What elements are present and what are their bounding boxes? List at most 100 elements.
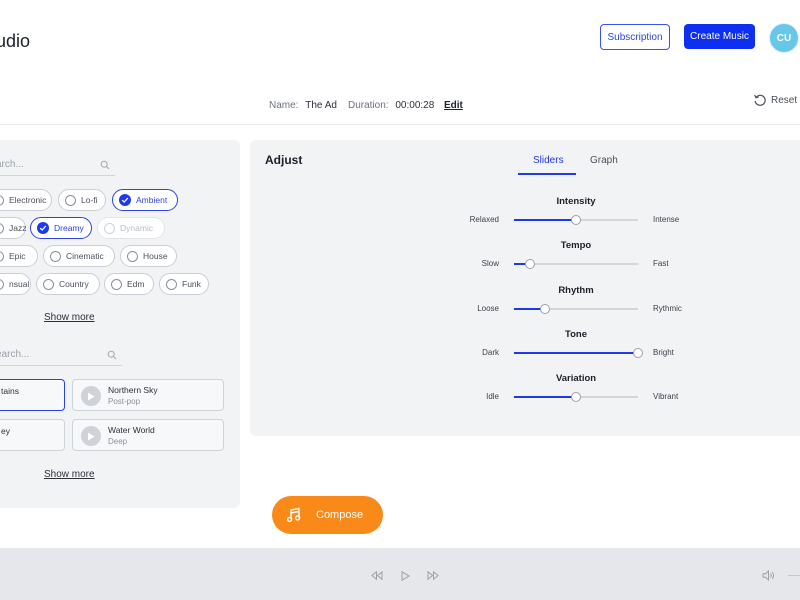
create-music-button[interactable]: Create Music [684,24,755,49]
compose-label: Compose [316,509,364,521]
track-name-value: The Ad [305,100,337,111]
search-icon [107,350,117,360]
track-search-input[interactable]: earch... [0,349,29,360]
track-card-mountains[interactable]: tains [0,379,65,411]
radio-icon [166,278,177,290]
track-card-name: tains [1,386,19,396]
play-button[interactable] [401,571,410,581]
genre-chip-label: Jazz [9,223,27,233]
search-icon [100,160,110,170]
genre-chip-label: Edm [127,279,145,289]
track-search-underline [0,365,122,366]
play-icon[interactable] [81,386,101,406]
track-duration-value: 00:00:28 [395,100,435,111]
tracks-show-more-link[interactable]: Show more [44,469,95,480]
rewind-icon [371,571,383,580]
slider-handle[interactable] [540,303,550,314]
genre-chip-label: Cinematic [66,251,104,261]
genre-chip-label: Electronic [9,195,47,205]
track-card-water-world[interactable]: Water World Deep [72,419,224,451]
track-name-info: Name: The Ad [269,100,337,111]
track-name-label: Name: [269,100,299,111]
tab-graph[interactable]: Graph [590,155,618,166]
radio-icon [0,278,4,290]
slider-min-label: Idle [486,392,499,402]
radio-icon [0,194,4,206]
volume-slider[interactable] [788,575,800,576]
volume-button[interactable] [762,570,775,581]
genre-chip-electronic[interactable]: Electronic [0,189,52,211]
genre-chip-label: House [143,251,168,261]
genre-chip-dynamic: Dynamic [97,217,165,239]
track-card-genre: Deep [108,437,128,446]
play-icon [401,571,410,581]
radio-icon [0,222,4,234]
genre-chip-country[interactable]: Country [36,273,100,295]
player-bar [0,548,800,600]
volume-icon [762,570,774,581]
radio-icon [104,222,115,234]
slider-min-label: Slow [481,259,499,269]
genre-chip-house[interactable]: House [120,245,177,267]
reset-icon [754,94,766,106]
reset-button[interactable]: Reset [753,93,797,107]
adjust-title: Adjust [265,153,303,167]
subscription-button[interactable]: Subscription [600,24,670,50]
slider-min-label: Relaxed [469,215,499,224]
track-card-name: Northern Sky [108,385,158,395]
radio-icon [111,278,122,290]
app-title: udio [0,31,31,51]
genre-chip-epic[interactable]: Epic [0,245,38,267]
slider-fill [514,396,576,399]
track-duration-label: Duration: [348,100,389,111]
genre-chip-funk[interactable]: Funk [159,273,209,295]
music-note-icon [286,507,301,523]
genre-chip-sensual[interactable]: nsual [0,273,31,295]
genre-chip-cinematic[interactable]: Cinematic [43,245,115,267]
slider-max-label: Vibrant [653,392,679,402]
genre-chip-lofi[interactable]: Lo-fi [58,189,106,211]
track-card-genre: Post-pop [108,397,141,406]
slider-handle[interactable] [633,347,643,358]
radio-icon [0,250,4,262]
track-card-valley[interactable]: ey [0,419,65,451]
slider-title: Tone [565,328,587,340]
rewind-button[interactable] [371,571,383,580]
genre-chip-label: Ambient [136,195,168,205]
genre-chip-label: Lo-fi [81,195,98,205]
slider-max-label: Bright [653,347,674,357]
genre-search-input[interactable]: arch... [0,159,24,170]
track-card-northern-sky[interactable]: Northern Sky Post-pop [72,379,224,411]
genre-chip-ambient[interactable]: Ambient [112,189,178,211]
genre-chip-dreamy[interactable]: Dreamy [30,217,92,239]
slider-min-label: Loose [477,303,499,313]
genre-chip-label: Dynamic [120,223,154,233]
genres-show-more-link[interactable]: Show more [44,312,95,323]
track-duration-info: Duration: 00:00:28 [348,100,434,111]
genre-chip-jazz[interactable]: Jazz [0,217,26,239]
slider-fill [514,351,638,354]
reset-label: Reset [771,94,798,106]
slider-max-label: Fast [653,259,669,269]
genre-search-underline [0,175,115,176]
play-icon[interactable] [81,426,101,446]
radio-icon [127,250,138,262]
fast-forward-icon [427,571,439,580]
track-card-name: Water World [108,425,155,435]
edit-link[interactable]: Edit [444,100,463,111]
tab-sliders[interactable]: Sliders [533,155,564,166]
slider-handle[interactable] [571,215,581,225]
radio-icon [43,278,54,290]
fast-forward-button[interactable] [427,571,439,580]
user-avatar[interactable]: CU [769,23,799,53]
compose-button[interactable]: Compose [272,496,383,534]
slider-title: Rhythm [558,284,594,296]
active-tab-indicator [518,173,576,175]
genre-chip-edm[interactable]: Edm [104,273,154,295]
track-card-name: ey [1,426,10,436]
slider-title: Variation [555,373,597,385]
radio-icon [65,194,76,206]
slider-max-label: Rythmic [653,303,682,313]
genre-chip-label: Funk [182,279,201,289]
genre-chip-label: Epic [9,251,26,261]
